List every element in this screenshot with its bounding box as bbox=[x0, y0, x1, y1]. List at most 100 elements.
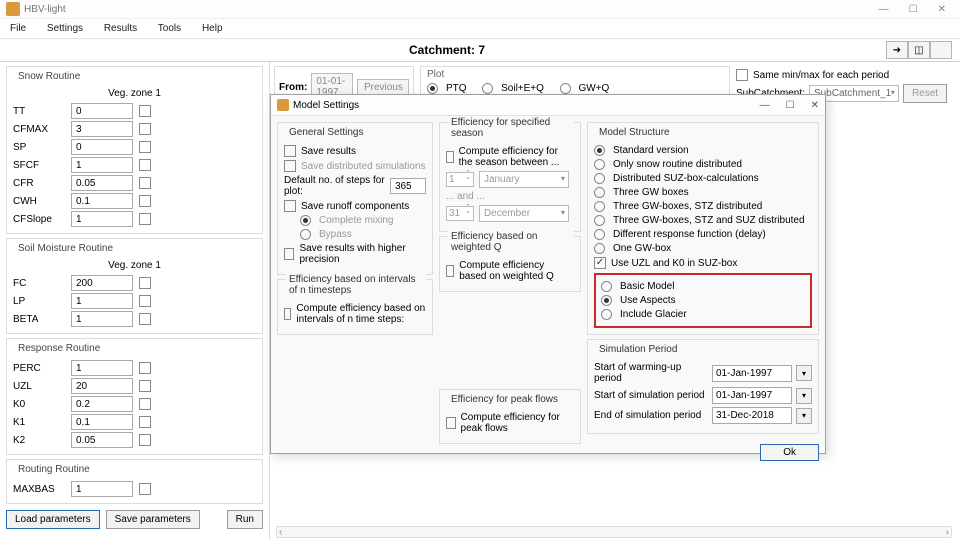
sel-m1[interactable]: January bbox=[479, 171, 569, 188]
radio-soil[interactable] bbox=[482, 83, 493, 94]
dialog-close-icon[interactable]: ✕ bbox=[811, 100, 819, 111]
dialog-min-icon[interactable]: — bbox=[760, 100, 770, 111]
close-icon[interactable]: ✕ bbox=[938, 4, 946, 15]
input-k2[interactable] bbox=[71, 432, 133, 448]
chk-eff-season[interactable] bbox=[446, 151, 454, 163]
toolbar-export-icon[interactable]: ➜ bbox=[886, 41, 908, 59]
group-soil: Soil Moisture Routine bbox=[15, 243, 116, 254]
lbl-uzl-k0: Use UZL and K0 in SUZ-box bbox=[611, 258, 737, 269]
app-icon bbox=[6, 2, 20, 16]
sel-m2[interactable]: December bbox=[479, 205, 569, 222]
chk-save-results[interactable] bbox=[284, 145, 296, 157]
chk-cfr[interactable] bbox=[139, 177, 151, 189]
minimize-icon[interactable]: — bbox=[879, 4, 889, 15]
chk-save-runoff[interactable] bbox=[284, 200, 296, 212]
menu-tools[interactable]: Tools bbox=[158, 23, 181, 34]
spin-d2[interactable]: 31 bbox=[446, 206, 474, 221]
input-uzl[interactable] bbox=[71, 378, 133, 394]
lbl-k1: K1 bbox=[13, 417, 65, 428]
input-tt[interactable] bbox=[71, 103, 133, 119]
input-maxbas[interactable] bbox=[71, 481, 133, 497]
input-perc[interactable] bbox=[71, 360, 133, 376]
chk-cfslope[interactable] bbox=[139, 213, 151, 225]
radio-ptq[interactable] bbox=[427, 83, 438, 94]
input-lp[interactable] bbox=[71, 293, 133, 309]
date-start[interactable]: 01-Jan-1997 bbox=[712, 387, 792, 404]
input-cfmax[interactable] bbox=[71, 121, 133, 137]
menu-results[interactable]: Results bbox=[104, 23, 137, 34]
radio-use-aspects[interactable] bbox=[601, 295, 612, 306]
horizontal-scrollbar[interactable]: ‹› bbox=[276, 526, 952, 538]
input-k0[interactable] bbox=[71, 396, 133, 412]
load-params-button[interactable]: Load parameters bbox=[6, 510, 100, 529]
chk-k2[interactable] bbox=[139, 434, 151, 446]
chk-eff-w[interactable] bbox=[446, 265, 454, 277]
input-k1[interactable] bbox=[71, 414, 133, 430]
radio-snow-only[interactable] bbox=[594, 159, 605, 170]
toolbar-blank-icon[interactable] bbox=[930, 41, 952, 59]
lbl-saverunoff: Save runoff components bbox=[301, 201, 409, 212]
lbl-perc: PERC bbox=[13, 363, 65, 374]
calendar-icon[interactable]: ▾ bbox=[796, 388, 812, 404]
dialog-max-icon[interactable]: ☐ bbox=[786, 100, 795, 111]
radio-three-gw[interactable] bbox=[594, 187, 605, 198]
group-snow: Snow Routine bbox=[15, 71, 83, 82]
input-fc[interactable] bbox=[71, 275, 133, 291]
lbl-dist-suz: Distributed SUZ-box-calculations bbox=[613, 173, 759, 184]
chk-k0[interactable] bbox=[139, 398, 151, 410]
input-cfslope[interactable] bbox=[71, 211, 133, 227]
prev-button[interactable]: Previous bbox=[357, 79, 409, 96]
spin-d1[interactable]: 1 bbox=[446, 172, 474, 187]
radio-one-gw[interactable] bbox=[594, 243, 605, 254]
chk-beta[interactable] bbox=[139, 313, 151, 325]
chk-tt[interactable] bbox=[139, 105, 151, 117]
run-button[interactable]: Run bbox=[227, 510, 263, 529]
menu-file[interactable]: File bbox=[10, 23, 26, 34]
reset-button[interactable]: Reset bbox=[903, 84, 947, 103]
chk-fc[interactable] bbox=[139, 277, 151, 289]
maximize-icon[interactable]: ☐ bbox=[909, 4, 918, 15]
radio-three-gw-stz-suz[interactable] bbox=[594, 215, 605, 226]
chk-maxbas[interactable] bbox=[139, 483, 151, 495]
ok-button[interactable]: Ok bbox=[760, 444, 819, 461]
chk-uzl[interactable] bbox=[139, 380, 151, 392]
chk-lp[interactable] bbox=[139, 295, 151, 307]
menu-help[interactable]: Help bbox=[202, 23, 223, 34]
input-beta[interactable] bbox=[71, 311, 133, 327]
chk-save-prec[interactable] bbox=[284, 248, 294, 260]
chk-eff-n[interactable] bbox=[284, 308, 291, 320]
radio-three-gw-stz[interactable] bbox=[594, 201, 605, 212]
input-sp[interactable] bbox=[71, 139, 133, 155]
radio-diff-resp[interactable] bbox=[594, 229, 605, 240]
radio-gw[interactable] bbox=[560, 83, 571, 94]
save-params-button[interactable]: Save parameters bbox=[106, 510, 200, 529]
lbl-basic-model: Basic Model bbox=[620, 281, 674, 292]
chk-perc[interactable] bbox=[139, 362, 151, 374]
radio-basic-model[interactable] bbox=[601, 281, 612, 292]
input-sfcf[interactable] bbox=[71, 157, 133, 173]
toolbar-split-icon[interactable]: ◫ bbox=[908, 41, 930, 59]
from-label: From: bbox=[279, 82, 307, 93]
input-cwh[interactable] bbox=[71, 193, 133, 209]
chk-uzl-k0[interactable] bbox=[594, 257, 606, 269]
chk-cwh[interactable] bbox=[139, 195, 151, 207]
date-end[interactable]: 31-Dec-2018 bbox=[712, 407, 792, 424]
radio-complete-mixing bbox=[300, 215, 311, 226]
chk-k1[interactable] bbox=[139, 416, 151, 428]
radio-dist-suz[interactable] bbox=[594, 173, 605, 184]
radio-std[interactable] bbox=[594, 145, 605, 156]
chk-cfmax[interactable] bbox=[139, 123, 151, 135]
chk-sfcf[interactable] bbox=[139, 159, 151, 171]
menu-settings[interactable]: Settings bbox=[47, 23, 83, 34]
input-defsteps[interactable] bbox=[390, 178, 426, 194]
chk-eff-peak[interactable] bbox=[446, 417, 456, 429]
date-warm[interactable]: 01-Jan-1997 bbox=[712, 365, 792, 382]
dialog-icon bbox=[277, 99, 289, 111]
group-sim-period: Simulation Period bbox=[596, 344, 680, 355]
input-cfr[interactable] bbox=[71, 175, 133, 191]
calendar-icon[interactable]: ▾ bbox=[796, 408, 812, 424]
calendar-icon[interactable]: ▾ bbox=[796, 365, 812, 381]
radio-include-glacier[interactable] bbox=[601, 309, 612, 320]
chk-same-minmax[interactable] bbox=[736, 69, 748, 81]
chk-sp[interactable] bbox=[139, 141, 151, 153]
